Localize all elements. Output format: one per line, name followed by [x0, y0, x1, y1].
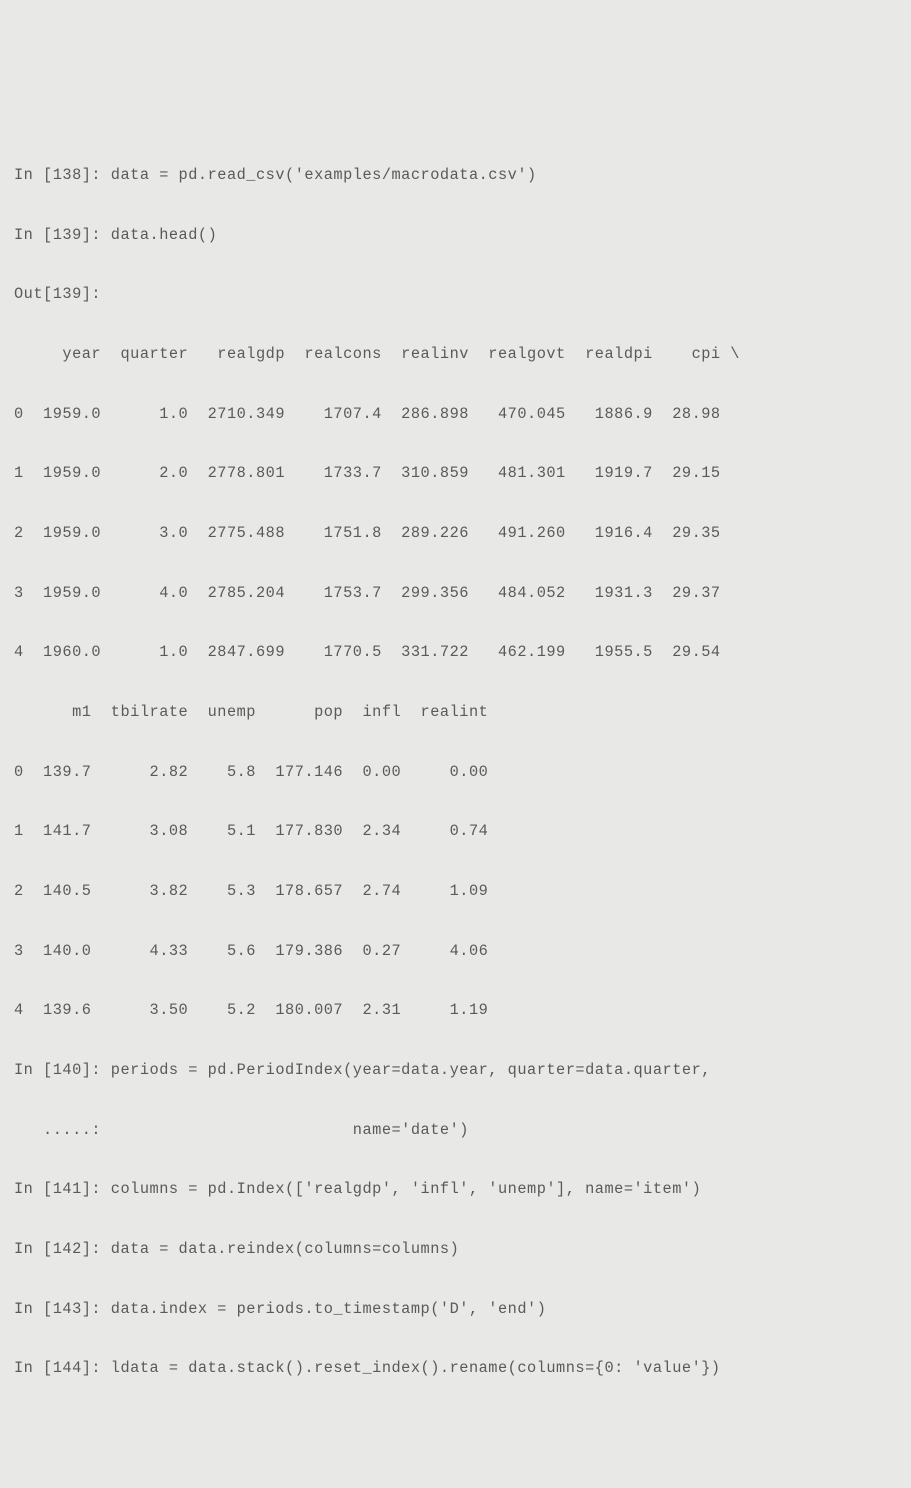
code-line: 2 140.5 3.82 5.3 178.657 2.74 1.09	[14, 877, 897, 907]
code-line: 2 1959.0 3.0 2775.488 1751.8 289.226 491…	[14, 519, 897, 549]
code-line: 1 141.7 3.08 5.1 177.830 2.34 0.74	[14, 817, 897, 847]
code-line: In [139]: data.head()	[14, 221, 897, 251]
code-line: In [144]: ldata = data.stack().reset_ind…	[14, 1354, 897, 1384]
code-line: 4 1960.0 1.0 2847.699 1770.5 331.722 462…	[14, 638, 897, 668]
code-line: .....: name='date')	[14, 1116, 897, 1146]
code-line: 3 140.0 4.33 5.6 179.386 0.27 4.06	[14, 937, 897, 967]
code-line: 0 139.7 2.82 5.8 177.146 0.00 0.00	[14, 758, 897, 788]
code-line: In [142]: data = data.reindex(columns=co…	[14, 1235, 897, 1265]
code-line: Out[139]:	[14, 280, 897, 310]
code-line: 0 1959.0 1.0 2710.349 1707.4 286.898 470…	[14, 400, 897, 430]
code-line: 4 139.6 3.50 5.2 180.007 2.31 1.19	[14, 996, 897, 1026]
code-line: In [141]: columns = pd.Index(['realgdp',…	[14, 1175, 897, 1205]
code-block: In [138]: data = pd.read_csv('examples/m…	[14, 131, 897, 1414]
code-line: year quarter realgdp realcons realinv re…	[14, 340, 897, 370]
code-line: 1 1959.0 2.0 2778.801 1733.7 310.859 481…	[14, 459, 897, 489]
code-line: In [138]: data = pd.read_csv('examples/m…	[14, 161, 897, 191]
code-line: 3 1959.0 4.0 2785.204 1753.7 299.356 484…	[14, 579, 897, 609]
code-line: m1 tbilrate unemp pop infl realint	[14, 698, 897, 728]
code-line: In [143]: data.index = periods.to_timest…	[14, 1295, 897, 1325]
code-line: In [140]: periods = pd.PeriodIndex(year=…	[14, 1056, 897, 1086]
